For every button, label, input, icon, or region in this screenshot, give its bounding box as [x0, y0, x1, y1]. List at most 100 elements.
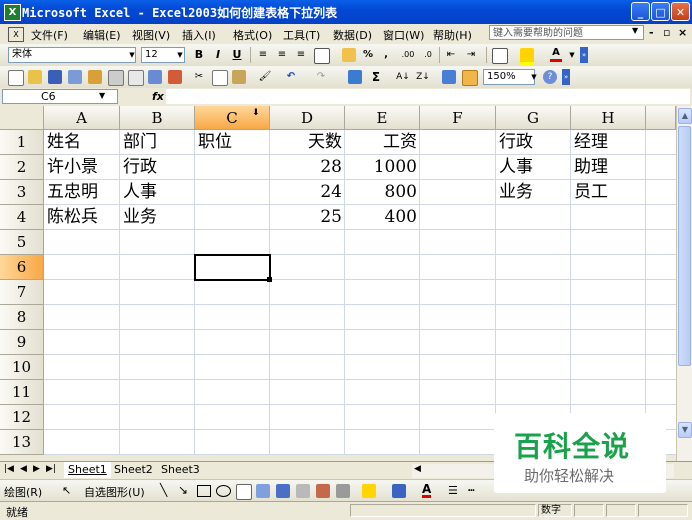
- redo-icon[interactable]: ↷: [314, 69, 328, 85]
- doc-minimize-icon[interactable]: -: [649, 26, 654, 39]
- cell-b2[interactable]: 行政: [120, 155, 195, 180]
- row-header-6[interactable]: 6: [0, 255, 44, 280]
- fill-color-icon[interactable]: [520, 48, 534, 65]
- cell-d3[interactable]: 24: [270, 180, 345, 205]
- print-preview-icon[interactable]: [128, 70, 144, 86]
- cell-area[interactable]: 姓名 部门 职位 天数 工资 行政 经理 许小景 行政 28 1000 人事 助理 五忠明 人事 24 800 业…: [44, 130, 676, 455]
- menu-edit[interactable]: 编辑(E): [83, 27, 121, 43]
- row-header-11[interactable]: 11: [0, 380, 44, 405]
- toolbar-options-icon[interactable]: »: [562, 69, 570, 85]
- column-header-partial[interactable]: [646, 106, 676, 130]
- underline-button[interactable]: U: [230, 47, 244, 63]
- next-sheet-icon[interactable]: ▶: [33, 464, 40, 474]
- cell-a1[interactable]: 姓名: [44, 130, 120, 155]
- column-header-e[interactable]: E: [345, 106, 420, 130]
- cell-c1[interactable]: 职位: [195, 130, 270, 155]
- menu-help[interactable]: 帮助(H): [433, 27, 472, 43]
- autosum-button[interactable]: Σ: [370, 69, 382, 85]
- font-dropdown-icon[interactable]: ▼: [128, 47, 136, 63]
- row-header-2[interactable]: 2: [0, 155, 44, 180]
- cell-b3[interactable]: 人事: [120, 180, 195, 205]
- size-dropdown-icon[interactable]: ▼: [176, 47, 184, 63]
- align-left-icon[interactable]: ≡: [256, 47, 270, 63]
- row-header-10[interactable]: 10: [0, 355, 44, 380]
- cell-g2[interactable]: 人事: [496, 155, 571, 180]
- merge-center-icon[interactable]: [314, 48, 330, 64]
- wordart-icon[interactable]: [256, 484, 270, 498]
- borders-icon[interactable]: [492, 48, 508, 64]
- doc-restore-icon[interactable]: ▫: [663, 26, 670, 39]
- column-header-f[interactable]: F: [420, 106, 496, 130]
- cell-h3[interactable]: 员工: [571, 180, 646, 205]
- maximize-button[interactable]: □: [651, 2, 670, 21]
- tab-sheet2[interactable]: Sheet2: [110, 462, 157, 478]
- row-header-5[interactable]: 5: [0, 230, 44, 255]
- diagram-icon[interactable]: [276, 484, 290, 498]
- line-color-icon[interactable]: [392, 484, 406, 498]
- menu-data[interactable]: 数据(D): [333, 27, 372, 43]
- zoom-field[interactable]: 150%: [483, 69, 535, 85]
- cell-e3[interactable]: 800: [345, 180, 420, 205]
- copy-icon[interactable]: [212, 70, 228, 86]
- menu-insert[interactable]: 插入(I): [182, 27, 216, 43]
- menu-window[interactable]: 窗口(W): [383, 27, 424, 43]
- help-dropdown-icon[interactable]: ▼: [632, 26, 638, 35]
- cell-b4[interactable]: 业务: [120, 205, 195, 230]
- row-header-1[interactable]: 1: [0, 130, 44, 155]
- rectangle-icon[interactable]: [197, 485, 211, 497]
- italic-button[interactable]: I: [211, 47, 225, 63]
- name-box-dropdown-icon[interactable]: ▼: [99, 91, 105, 100]
- textbox-icon[interactable]: [236, 484, 252, 500]
- align-center-icon[interactable]: ≡: [275, 47, 289, 63]
- print-icon[interactable]: [108, 70, 124, 86]
- formula-input[interactable]: [166, 89, 690, 104]
- first-sheet-icon[interactable]: |◀: [4, 464, 14, 474]
- scroll-up-icon[interactable]: ▲: [678, 108, 692, 124]
- cell-e2[interactable]: 1000: [345, 155, 420, 180]
- currency-icon[interactable]: [342, 48, 356, 62]
- column-header-g[interactable]: G: [496, 106, 571, 130]
- cell-a2[interactable]: 许小景: [44, 155, 120, 180]
- menu-format[interactable]: 格式(O): [233, 27, 272, 43]
- minimize-button[interactable]: _: [631, 2, 650, 21]
- toolbar-options-icon[interactable]: »: [580, 47, 588, 63]
- select-all-button[interactable]: [0, 106, 44, 130]
- row-header-8[interactable]: 8: [0, 305, 44, 330]
- sort-descending-icon[interactable]: Z↓: [416, 69, 430, 85]
- tab-sheet3[interactable]: Sheet3: [157, 462, 204, 478]
- row-header-12[interactable]: 12: [0, 405, 44, 430]
- line-icon[interactable]: ╲: [160, 483, 167, 497]
- open-icon[interactable]: [28, 70, 42, 84]
- prev-sheet-icon[interactable]: ◀: [20, 464, 27, 474]
- vertical-scroll-thumb[interactable]: [678, 126, 691, 366]
- workbook-icon[interactable]: X: [8, 27, 24, 42]
- font-color-dropdown-icon[interactable]: ▼: [568, 47, 576, 63]
- line-style-icon[interactable]: ☰: [448, 484, 458, 497]
- drawing-icon[interactable]: [462, 70, 478, 86]
- research-icon[interactable]: [168, 70, 182, 84]
- excel-icon[interactable]: X: [4, 4, 21, 21]
- tab-sheet1[interactable]: Sheet1: [64, 462, 111, 478]
- help-question-input[interactable]: 键入需要帮助的问题: [489, 25, 644, 40]
- cell-d4[interactable]: 25: [270, 205, 345, 230]
- cell-b1[interactable]: 部门: [120, 130, 195, 155]
- format-painter-icon[interactable]: 🖌: [258, 69, 272, 85]
- oval-icon[interactable]: [216, 485, 231, 497]
- cell-e1[interactable]: 工资: [345, 130, 420, 155]
- cut-icon[interactable]: ✂: [192, 69, 206, 85]
- fill-handle[interactable]: [267, 277, 272, 282]
- column-header-b[interactable]: B: [120, 106, 195, 130]
- menu-view[interactable]: 视图(V): [132, 27, 170, 43]
- align-right-icon[interactable]: ≡: [294, 47, 308, 63]
- chart-wizard-icon[interactable]: [442, 70, 456, 84]
- font-name-field[interactable]: 宋体: [8, 47, 136, 63]
- bold-button[interactable]: B: [192, 47, 206, 63]
- draw-menu-button[interactable]: 绘图(R): [4, 484, 42, 500]
- paste-icon[interactable]: [232, 70, 246, 84]
- last-sheet-icon[interactable]: ▶|: [46, 464, 56, 474]
- menu-file[interactable]: 文件(F): [31, 27, 68, 43]
- comma-style-button[interactable]: ,: [381, 47, 391, 63]
- new-icon[interactable]: [8, 70, 24, 86]
- undo-icon[interactable]: ↶: [284, 69, 298, 85]
- spelling-icon[interactable]: [148, 70, 162, 84]
